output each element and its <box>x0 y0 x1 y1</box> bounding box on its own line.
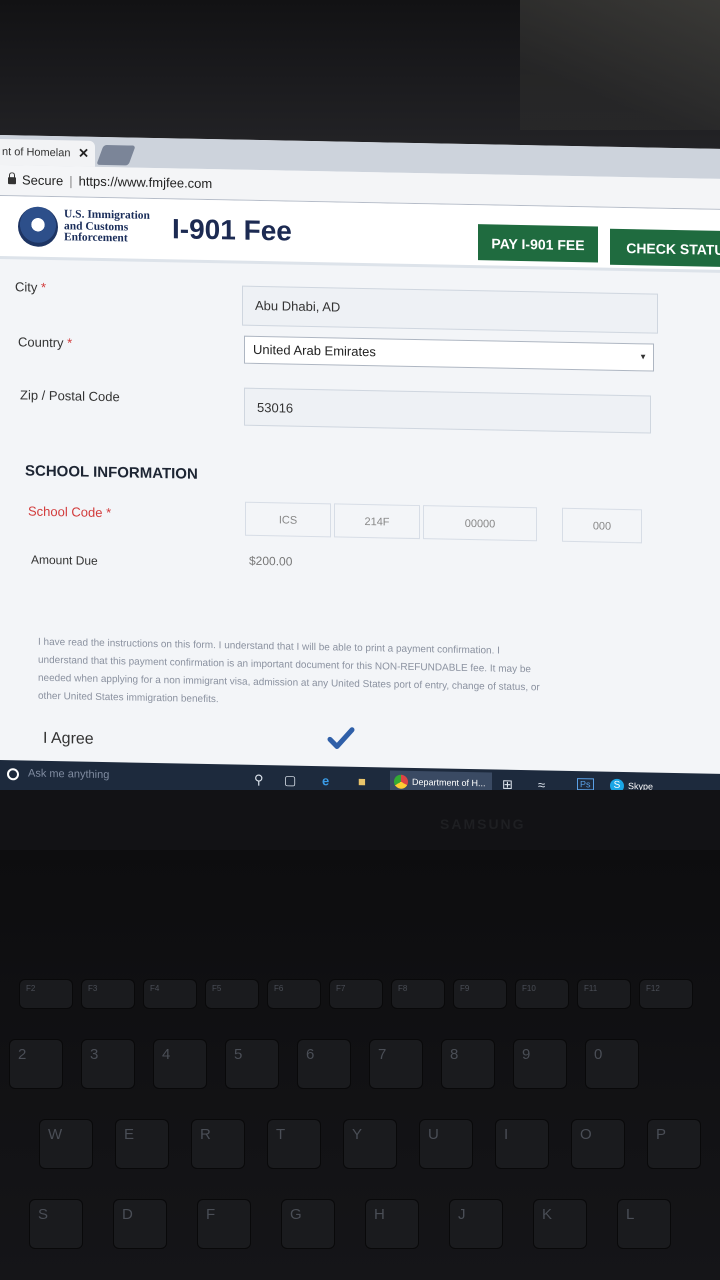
keyboard-key: 9 <box>514 1040 566 1088</box>
school-code-part-2[interactable]: 214F <box>334 503 420 540</box>
laptop-brand-logo: SAMSUNG <box>440 816 526 832</box>
keyboard-key: 3 <box>82 1040 134 1088</box>
task-view-icon[interactable]: ▢ <box>284 772 296 788</box>
keyboard-key: D <box>114 1200 166 1248</box>
keyboard-key: S <box>30 1200 82 1248</box>
photoshop-icon[interactable]: Ps <box>577 778 594 791</box>
amount-due-label: Amount Due <box>31 552 98 568</box>
keyboard-key: G <box>282 1200 334 1248</box>
secure-label: Secure <box>22 172 64 189</box>
school-code-part-3[interactable]: 00000 <box>423 505 537 542</box>
keyboard-key: P <box>648 1120 700 1168</box>
agree-label: I Agree <box>43 729 94 748</box>
edge-browser-icon[interactable]: e <box>322 773 329 788</box>
school-code-part-4[interactable]: 000 <box>562 507 642 544</box>
city-input[interactable]: Abu Dhabi, AD <box>242 285 658 334</box>
browser-tab[interactable]: nt of Homelan ✕ <box>0 139 95 167</box>
lock-icon <box>8 177 16 185</box>
keyboard-key: F8 <box>392 980 444 1008</box>
keyboard-key: U <box>420 1120 472 1168</box>
keyboard-key: T <box>268 1120 320 1168</box>
taskbar-search-input[interactable]: Ask me anything <box>28 768 109 782</box>
microphone-icon[interactable]: ⚲ <box>254 772 264 788</box>
keyboard-key: F2 <box>20 980 72 1008</box>
city-label: City * <box>15 279 47 295</box>
keyboard-key: 8 <box>442 1040 494 1088</box>
keyboard-key: 5 <box>226 1040 278 1088</box>
keyboard-key: J <box>450 1200 502 1248</box>
monitor-top-bezel <box>0 0 720 150</box>
school-code-part-1[interactable]: ICS <box>245 501 331 538</box>
new-tab-button[interactable] <box>96 144 136 166</box>
cortana-icon[interactable] <box>7 768 19 781</box>
keyboard-key: R <box>192 1120 244 1168</box>
dhs-seal-icon <box>18 206 58 248</box>
country-label: Country * <box>18 334 73 351</box>
keyboard-key: F <box>198 1200 250 1248</box>
zip-input[interactable]: 53016 <box>244 387 651 434</box>
pay-fee-button[interactable]: PAY I-901 FEE <box>478 224 598 263</box>
payment-form: City * Abu Dhabi, AD Country * United Ar… <box>0 259 720 793</box>
keyboard-key: 6 <box>298 1040 350 1088</box>
laptop-keyboard: F2 F3 F4 F5 F6 F7 F8 F9 F10 F11 F12 2 3 4 5 6 7 8 9 0 W E R T Y U… <box>0 850 720 1280</box>
checkmark-icon <box>327 727 355 749</box>
agency-name-line: Enforcement <box>64 231 128 245</box>
keyboard-key: E <box>116 1120 168 1168</box>
zip-label: Zip / Postal Code <box>20 387 120 405</box>
keyboard-key: 4 <box>154 1040 206 1088</box>
keyboard-key: 0 <box>586 1040 638 1088</box>
agree-checkbox[interactable] <box>326 723 356 754</box>
agency-name: U.S. Immigration and Customs Enforcement <box>64 208 150 245</box>
keyboard-key: L <box>618 1200 670 1248</box>
keyboard-key: F3 <box>82 980 134 1008</box>
chrome-icon <box>394 774 408 789</box>
laptop-bottom-bezel: SAMSUNG <box>0 790 720 850</box>
check-status-button[interactable]: CHECK STATUS <box>610 228 720 268</box>
keyboard-key: W <box>40 1120 92 1168</box>
keyboard-key: O <box>572 1120 624 1168</box>
amount-due-value: $200.00 <box>249 553 293 569</box>
chrome-window-title: Department of H... <box>412 776 486 789</box>
keyboard-key: 2 <box>10 1040 62 1088</box>
browser-screen: nt of Homelan ✕ Secure | https://www.fmjfe… <box>0 135 720 804</box>
keyboard-key: F9 <box>454 980 506 1008</box>
keyboard-key: 7 <box>370 1040 422 1088</box>
keyboard-key: F10 <box>516 980 568 1008</box>
keyboard-key: K <box>534 1200 586 1248</box>
keyboard-key: F6 <box>268 980 320 1008</box>
keyboard-key: H <box>366 1200 418 1248</box>
keyboard-key: F12 <box>640 980 692 1008</box>
keyboard-key: F4 <box>144 980 196 1008</box>
browser-tab-title: nt of Homelan <box>2 146 71 160</box>
country-select[interactable]: United Arab Emirates ▼ <box>244 335 654 372</box>
tab-close-icon[interactable]: ✕ <box>78 140 89 166</box>
agreement-text: I have read the instructions on this for… <box>38 634 638 718</box>
background-glare <box>520 0 720 130</box>
page-title: I-901 Fee <box>172 213 292 247</box>
url-text[interactable]: https://www.fmjfee.com <box>79 174 213 192</box>
keyboard-key: F7 <box>330 980 382 1008</box>
file-explorer-icon[interactable]: ■ <box>358 774 366 789</box>
address-separator: | <box>69 173 73 189</box>
keyboard-key: F5 <box>206 980 258 1008</box>
school-code-label: School Code * <box>28 503 112 521</box>
chevron-down-icon: ▼ <box>639 352 647 362</box>
keyboard-key: Y <box>344 1120 396 1168</box>
keyboard-key: F11 <box>578 980 630 1008</box>
keyboard-key: I <box>496 1120 548 1168</box>
section-title: SCHOOL INFORMATION <box>25 462 198 483</box>
